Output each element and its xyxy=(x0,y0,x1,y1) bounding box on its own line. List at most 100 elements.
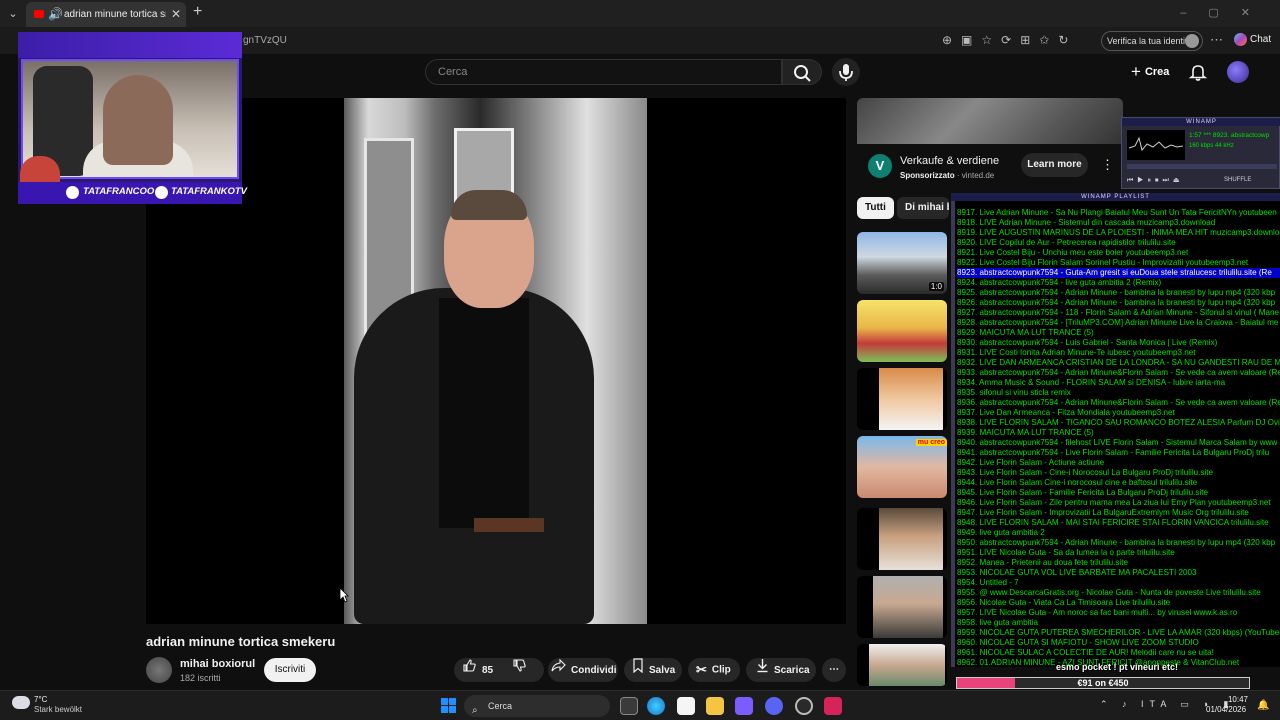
ad-title[interactable]: Verkaufe & verdiene xyxy=(900,155,999,167)
playlist-item[interactable]: 8942. Live Florin Salam - Actiune actiun… xyxy=(957,458,1280,468)
playlist-item[interactable]: 8917. Live Adrian Minune - Sa Nu Plangi … xyxy=(957,208,1280,218)
subscribe-button[interactable]: Iscriviti xyxy=(264,658,316,682)
playlist-item[interactable]: 8945. Live Florin Salam - Familie Ferici… xyxy=(957,488,1280,498)
account-avatar[interactable] xyxy=(1227,61,1249,83)
address-bar[interactable]: gnTVzQU xyxy=(243,35,287,46)
ad-menu-icon[interactable]: ⋮ xyxy=(1101,157,1114,173)
playlist-item[interactable]: 8937. Live Dan Armeanca - Fitza Mondiala… xyxy=(957,408,1280,418)
download-button[interactable]: Scarica xyxy=(746,658,816,682)
recommendation-thumbnail[interactable] xyxy=(857,644,947,686)
weather-description[interactable]: Stark bewölkt xyxy=(34,705,82,714)
dislike-button[interactable] xyxy=(512,658,527,683)
playlist-item[interactable]: 8918. LIVE Adrian Minune - Sistemul din … xyxy=(957,218,1280,228)
playlist-item[interactable]: 8938. LIVE FLORIN SALAM - TIGANCO SAU RO… xyxy=(957,418,1280,428)
taskbar-search[interactable]: ⌕ Cerca xyxy=(464,695,610,717)
playlist-item[interactable]: 8921. Live Costel Biju - Unchiu meu este… xyxy=(957,248,1280,258)
playlist-item[interactable]: 8950. abstractcowpunk7594 - Adrian Minun… xyxy=(957,538,1280,548)
playlist-item[interactable]: 8960. NICOLAE GUTA SI MAFIOTU - SHOW LIV… xyxy=(957,638,1280,648)
playlist-item[interactable]: 8923. abstractcowpunk7594 - Guta-Am gres… xyxy=(957,268,1280,278)
playlist-item[interactable]: 8919. LIVE AUGUSTIN MARINUS DE LA PLOIES… xyxy=(957,228,1280,238)
playlist-item[interactable]: 8922. Live Costel Biju Florin Salam Sori… xyxy=(957,258,1280,268)
channel-name[interactable]: mihai boxiorul xyxy=(180,658,255,670)
playlist-item[interactable]: 8955. @ www.DescarcaGratis.org - Nicolae… xyxy=(957,588,1280,598)
playlist-item[interactable]: 8936. abstractcowpunk7594 - Adrian Minun… xyxy=(957,398,1280,408)
edge-browser-icon[interactable] xyxy=(647,697,665,715)
playlist-item[interactable]: 8949. live guta ambitia 2 xyxy=(957,528,1280,538)
playlist-item[interactable]: 8927. abstractcowpunk7594 - 118 - Florin… xyxy=(957,308,1280,318)
playlist-item[interactable]: 8941. abstractcowpunk7594 - Live Florin … xyxy=(957,448,1280,458)
save-button[interactable]: Salva xyxy=(624,658,682,682)
obs-icon[interactable] xyxy=(795,697,813,715)
playlist-item[interactable]: 8933. abstractcowpunk7594 - Adrian Minun… xyxy=(957,368,1280,378)
learn-more-button[interactable]: Learn more xyxy=(1021,153,1088,177)
share-button[interactable]: Condividi xyxy=(548,658,618,682)
winamp-playlist[interactable]: 8917. Live Adrian Minune - Sa Nu Plangi … xyxy=(951,201,1280,667)
playlist-item[interactable]: 8959. NICOLAE GUTA PUTEREA SMECHERILOR -… xyxy=(957,628,1280,638)
close-tab-icon[interactable]: ✕ xyxy=(171,7,181,21)
copilot-chat-button[interactable]: Chat xyxy=(1234,33,1271,46)
playlist-item[interactable]: 8925. abstractcowpunk7594 - Adrian Minun… xyxy=(957,288,1280,298)
tab-actions-icon[interactable]: ⌄ xyxy=(5,6,21,22)
playlist-item[interactable]: 8943. Live Florin Salam - Cine-i Norocos… xyxy=(957,468,1280,478)
store-icon[interactable] xyxy=(677,697,695,715)
recommendation-thumbnail[interactable]: mu creo xyxy=(857,436,947,498)
media-app-icon[interactable] xyxy=(824,697,842,715)
clock-time[interactable]: 10:47 xyxy=(1222,695,1248,704)
playlist-item[interactable]: 8924. abstractcowpunk7594 - live guta am… xyxy=(957,278,1280,288)
playlist-item[interactable]: 8928. abstractcowpunk7594 - [TriluMP3.CO… xyxy=(957,318,1280,328)
playlist-item[interactable]: 8944. Live Florin Salam Cine-i norocosul… xyxy=(957,478,1280,488)
extension-icons[interactable]: ⊕▣☆⟳⊞✩↻ xyxy=(942,33,1077,47)
browser-menu-icon[interactable]: ⋯ xyxy=(1210,32,1223,48)
playlist-item[interactable]: 8931. LIVE Costi Ionita Adrian Minune-Te… xyxy=(957,348,1280,358)
winamp-controls[interactable]: ⏮▶⏸⏹⏭⏏ xyxy=(1127,176,1183,185)
recommendation-thumbnail[interactable] xyxy=(857,300,947,362)
new-tab-icon[interactable]: + xyxy=(193,3,202,21)
playlist-item[interactable]: 8954. Untitled - 7 xyxy=(957,578,1280,588)
recommendation-thumbnail[interactable] xyxy=(857,576,947,638)
weather-temperature[interactable]: 7°C xyxy=(34,695,47,704)
like-button[interactable] xyxy=(462,658,477,683)
chip-channel[interactable]: Di mihai b xyxy=(897,197,949,219)
playlist-item[interactable]: 8952. Manea - Prietenii au doua fete tri… xyxy=(957,558,1280,568)
playlist-item[interactable]: 8920. LIVE Copilul de Aur - Petrecerea r… xyxy=(957,238,1280,248)
playlist-item[interactable]: 8926. abstractcowpunk7594 - Adrian Minun… xyxy=(957,298,1280,308)
more-actions-button[interactable]: ⋯ xyxy=(822,658,846,682)
recommendation-thumbnail[interactable]: 1:0 xyxy=(857,232,947,294)
winamp-shuffle-button[interactable]: SHUFFLE xyxy=(1224,177,1251,183)
playlist-item[interactable]: 8958. live guta ambitia xyxy=(957,618,1280,628)
playlist-item[interactable]: 8940. abstractcowpunk7594 - filehost LIV… xyxy=(957,438,1280,448)
ad-logo[interactable]: V xyxy=(868,154,892,178)
playlist-item[interactable]: 8932. LIVE DAN ARMEANCA CRISTIAN DE LA L… xyxy=(957,358,1280,368)
playlist-item[interactable]: 8930. abstractcowpunk7594 - Luis Gabriel… xyxy=(957,338,1280,348)
cloud-icon[interactable] xyxy=(12,696,30,709)
notifications-button[interactable] xyxy=(1188,62,1208,87)
playlist-item[interactable]: 8946. Live Florin Salam - Zile pentru ma… xyxy=(957,498,1280,508)
start-button[interactable] xyxy=(441,698,456,713)
winamp-seek-bar[interactable] xyxy=(1127,164,1277,169)
verify-identity-button[interactable]: Verifica la tua identità xyxy=(1101,31,1203,51)
create-button[interactable]: + Crea xyxy=(1124,58,1180,86)
search-button[interactable] xyxy=(782,59,822,85)
ad-thumbnail[interactable] xyxy=(857,98,1123,144)
search-input[interactable]: Cerca xyxy=(425,59,782,85)
playlist-item[interactable]: 8957. LIVE Nicolae Guta - Am noroc sa fa… xyxy=(957,608,1280,618)
playlist-item[interactable]: 8956. Nicolae Guta - Viata Ca La Timisoa… xyxy=(957,598,1280,608)
playlist-item[interactable]: 8951. LIVE Nicolae Guta - Sa da lumea la… xyxy=(957,548,1280,558)
playlist-item[interactable]: 8929. MAICUTA MA LUT TRANCE (5) xyxy=(957,328,1280,338)
task-view-icon[interactable] xyxy=(620,697,638,715)
discord-icon[interactable] xyxy=(765,697,783,715)
speaker-icon[interactable]: 🔊 xyxy=(48,7,63,21)
recommendation-thumbnail[interactable] xyxy=(857,368,947,430)
chip-all[interactable]: Tutti xyxy=(857,197,894,219)
playlist-item[interactable]: 8948. LIVE FLORIN SALAM - MAI STAI FERIC… xyxy=(957,518,1280,528)
playlist-item[interactable]: 8934. Amma Music & Sound - FLORIN SALAM … xyxy=(957,378,1280,388)
clock-date[interactable]: 01/04/2026 xyxy=(1206,705,1246,714)
window-controls[interactable]: –▢✕ xyxy=(1180,6,1272,19)
playlist-item[interactable]: 8947. Live Florin Salam - Improvizatii L… xyxy=(957,508,1280,518)
pinned-app-icon[interactable] xyxy=(735,697,753,715)
playlist-item[interactable]: 8961. NICOLAE SULAC A COLECTIE DE AUR! M… xyxy=(957,648,1280,658)
playlist-item[interactable]: 8953. NICOLAE GUTA VOL LIVE BARBATE MA P… xyxy=(957,568,1280,578)
recommendation-thumbnail[interactable] xyxy=(857,508,947,570)
notification-icon[interactable]: 🔔 xyxy=(1257,700,1269,711)
playlist-item[interactable]: 8939. MAICUTA MA LUT TRANCE (5) xyxy=(957,428,1280,438)
